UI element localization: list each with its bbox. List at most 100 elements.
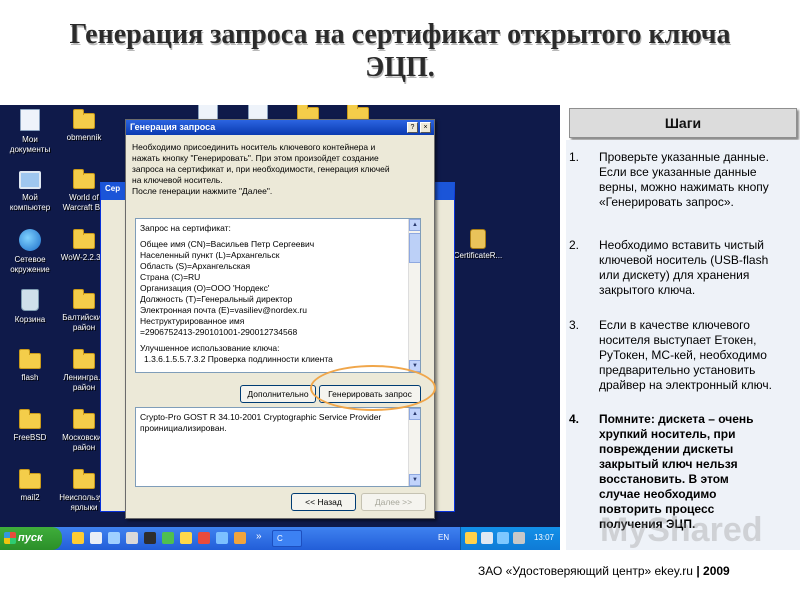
system-tray: 13:07 [460, 527, 560, 550]
help-button[interactable]: ? [407, 122, 418, 133]
quicklaunch-icon-2[interactable] [90, 532, 102, 544]
request-field: Должность (T)=Генеральный директор [140, 294, 293, 304]
desktop-icon-my-computer[interactable]: Мой компьютер [2, 167, 58, 227]
desktop-icon-recycle-bin[interactable]: Корзина [2, 287, 58, 347]
request-field: Электронная почта (E)=vasiliev@nordex.ru [140, 305, 307, 315]
quicklaunch-icon-1[interactable] [72, 532, 84, 544]
scroll-down-arrow-icon[interactable]: ▼ [409, 474, 420, 486]
desktop-icon-freebsd[interactable]: FreeBSD [2, 407, 58, 467]
watermark: MyShared [600, 511, 763, 549]
key-usage-header: Улучшенное использование ключа: [140, 343, 280, 353]
scroll-up-arrow-icon[interactable]: ▲ [409, 408, 420, 420]
desktop-icon-certificate[interactable]: CertificateR... [446, 225, 510, 285]
step-line: закрытого ключа. [599, 283, 696, 297]
scroll-thumb[interactable] [409, 233, 420, 263]
recycle-bin-icon [21, 289, 39, 311]
desktop-icon-obmennik[interactable]: obmennik [56, 107, 112, 167]
step-line: или дискету) для хранения [599, 268, 750, 282]
instruction-line: Необходимо присоединить носитель ключево… [132, 142, 376, 152]
desktop-icon-flash[interactable]: flash [2, 347, 58, 407]
step-line: драйвер на электронный ключ. [599, 378, 772, 392]
certificate-request-textbox[interactable]: Запрос на сертификат: Общее имя (CN)=Вас… [135, 218, 421, 373]
tray-icon-3[interactable] [497, 532, 509, 544]
desktop-icon-label: Мои документы [9, 135, 51, 154]
step-line: ключевой носитель (USB-flash [599, 253, 769, 267]
desktop-icon-label: Мой компьютер [9, 193, 51, 212]
desktop-icon-label: obmennik [66, 133, 102, 142]
step-line: повреждении дискеты [599, 442, 734, 456]
desktop-screenshot: Мои документы Мой компьютер Сетевое окру… [0, 105, 560, 550]
request-field: Населенный пункт (L)=Архангельск [140, 250, 280, 260]
request-field: Неструктурированное имя [140, 316, 245, 326]
folder-icon [19, 409, 41, 429]
close-button[interactable]: × [420, 122, 431, 133]
step-number: 2. [569, 238, 580, 252]
step-line: предварительно установить [599, 363, 756, 377]
tray-icon-1[interactable] [465, 532, 477, 544]
folder-icon [19, 349, 41, 369]
back-button[interactable]: << Назад [291, 493, 356, 511]
dialog-instructions: Необходимо присоединить носитель ключево… [132, 142, 428, 197]
request-content: Запрос на сертификат: Общее имя (CN)=Вас… [140, 223, 405, 365]
folder-icon [19, 469, 41, 489]
step-number: 4. [569, 412, 580, 426]
step-line: Проверьте указанные данные. [599, 150, 769, 164]
desktop-icon-mail2[interactable]: mail2 [2, 467, 58, 527]
scroll-up-arrow-icon[interactable]: ▲ [409, 219, 420, 231]
desktop-icon-label: CertificateR... [453, 251, 503, 260]
desktop-icon-label: flash [21, 373, 39, 382]
taskbar-window-button[interactable]: С [272, 530, 302, 547]
dialog-titlebar[interactable]: Генерация запроса ? × [126, 120, 434, 135]
status-textbox[interactable]: Crypto-Pro GOST R 34.10-2001 Cryptograph… [135, 407, 421, 487]
quicklaunch-icon-10[interactable] [234, 532, 246, 544]
windows-logo-icon [4, 532, 16, 544]
quicklaunch-icon-4[interactable] [126, 532, 138, 544]
start-button[interactable]: пуск [0, 527, 62, 550]
footer-company: ЗАО «Удостоверяющий центр» ekey.ru [478, 564, 693, 578]
quicklaunch-icon-6[interactable] [162, 532, 174, 544]
footer-separator: | [696, 564, 700, 578]
desktop-icon-my-documents[interactable]: Мои документы [2, 107, 58, 167]
quicklaunch-icon-5[interactable] [144, 532, 156, 544]
quicklaunch-icon-3[interactable] [108, 532, 120, 544]
clock[interactable]: 13:07 [534, 533, 554, 542]
start-label: пуск [18, 532, 43, 544]
desktop-icon-network[interactable]: Сетевое окружение [2, 227, 58, 287]
request-scrollbar[interactable]: ▲ ▼ [408, 219, 420, 372]
status-scrollbar[interactable]: ▲ ▼ [408, 408, 420, 486]
step-line: носителя выступает Етокен, [599, 333, 757, 347]
instruction-line: запроса на сертификат и, при необходимос… [132, 164, 390, 174]
slide-title-line-1: Генерация запроса на сертификат открытог… [69, 19, 731, 50]
my-computer-icon [19, 171, 41, 189]
folder-icon [73, 289, 95, 309]
desktop-icon-label: Корзина [14, 315, 46, 324]
slide-title: Генерация запроса на сертификат открытог… [20, 18, 780, 90]
step-line: восстановить. В этом [599, 472, 729, 486]
request-header: Запрос на сертификат: [140, 223, 231, 233]
step-line: верны, можно нажимать кнопу [599, 180, 769, 194]
language-indicator[interactable]: EN [438, 533, 449, 542]
network-icon [19, 229, 41, 251]
tray-icon-2[interactable] [481, 532, 493, 544]
request-field: Страна (C)=RU [140, 272, 201, 282]
dialog-title: Генерация запроса [130, 122, 216, 132]
status-content: Crypto-Pro GOST R 34.10-2001 Cryptograph… [140, 412, 405, 434]
generate-request-dialog: Генерация запроса ? × Необходимо присоед… [125, 119, 435, 519]
folder-icon [73, 349, 95, 369]
key-usage-value: 1.3.6.1.5.5.7.3.2 Проверка подлинности к… [144, 354, 333, 364]
next-button[interactable]: Далее >> [361, 493, 426, 511]
request-field: Общее имя (CN)=Васильев Петр Сергеевич [140, 239, 315, 249]
step-number: 1. [569, 150, 580, 164]
folder-icon [73, 229, 95, 249]
step-line: «Генерировать запрос». [599, 195, 734, 209]
folder-icon [73, 409, 95, 429]
step-line: РуТокен, МС-кей, необходимо [599, 348, 767, 362]
chevron-icon[interactable]: » [256, 531, 262, 542]
folder-icon [73, 469, 95, 489]
taskbar: пуск » С EN 13:07 [0, 527, 560, 550]
quicklaunch-icon-8[interactable] [198, 532, 210, 544]
advanced-button[interactable]: Дополнительно [240, 385, 316, 403]
quicklaunch-icon-9[interactable] [216, 532, 228, 544]
tray-icon-4[interactable] [513, 532, 525, 544]
quicklaunch-icon-7[interactable] [180, 532, 192, 544]
